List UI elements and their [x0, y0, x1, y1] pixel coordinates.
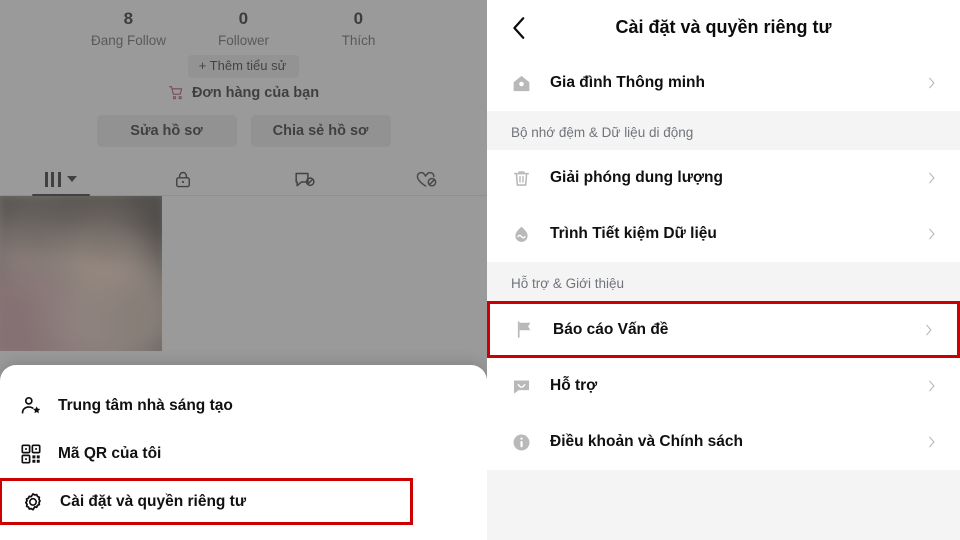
chat-bubble-icon — [513, 380, 530, 394]
sheet-item-my-qr-label: Mã QR của tôi — [58, 445, 162, 462]
add-bio-row: + Thêm tiểu sử — [0, 55, 487, 78]
row-support[interactable]: Hỗ trợ — [487, 358, 960, 414]
sheet-item-creator-center[interactable]: Trung tâm nhà sáng tạo — [0, 382, 487, 430]
back-button[interactable] — [499, 8, 539, 48]
data-saver-drop-icon — [515, 226, 528, 242]
grid-bars-icon — [44, 171, 77, 187]
sheet-item-my-qr[interactable]: Mã QR của tôi — [0, 430, 487, 478]
stat-likes[interactable]: 0 Thích — [301, 8, 416, 51]
repost-hidden-icon — [295, 172, 315, 186]
chevron-right-icon — [926, 324, 932, 335]
section-header-support-about: Hỗ trợ & Giới thiệu — [487, 262, 960, 301]
tab-private[interactable] — [122, 163, 244, 195]
settings-group-family: Gia đình Thông minh — [487, 55, 960, 111]
share-profile-button[interactable]: Chia sẻ hồ sơ — [250, 115, 391, 147]
stat-followers-value: 0 — [238, 9, 249, 28]
page-title: Cài đặt và quyền riêng tư — [615, 17, 832, 37]
chevron-right-icon — [929, 77, 935, 89]
stat-followers-label: Follower — [217, 33, 269, 48]
settings-header: Cài đặt và quyền riêng tư — [487, 0, 960, 55]
your-orders-label: Đơn hàng của bạn — [191, 85, 320, 101]
settings-group-support-about: Báo cáo Vấn đề Hỗ trợ Điều khoản và Chín… — [487, 301, 960, 470]
stat-likes-label: Thích — [341, 33, 376, 48]
heart-hidden-icon — [416, 171, 437, 187]
row-family-pairing[interactable]: Gia đình Thông minh — [487, 55, 960, 111]
lock-icon — [175, 171, 190, 187]
chevron-right-icon — [929, 228, 935, 240]
chevron-right-icon — [929, 380, 935, 392]
row-terms-policies[interactable]: Điều khoản và Chính sách — [487, 414, 960, 470]
gear-icon — [24, 492, 41, 511]
trash-icon — [513, 170, 530, 186]
row-family-pairing-label: Gia đình Thông minh — [550, 74, 705, 91]
stat-following-label: Đang Follow — [90, 33, 167, 48]
profile-pane: 8 Đang Follow 0 Follower 0 Thích + Thêm … — [0, 0, 487, 540]
profile-options-sheet: Trung tâm nhà sáng tạo Mã QR của tôi Cài… — [0, 365, 487, 540]
media-thumbnail-shade — [0, 196, 162, 351]
row-terms-policies-label: Điều khoản và Chính sách — [550, 433, 743, 450]
section-header-cache-data: Bộ nhớ đệm & Dữ liệu di động — [487, 111, 960, 150]
tab-liked[interactable] — [365, 163, 487, 195]
profile-action-buttons: Sửa hồ sơ Chia sẻ hồ sơ — [0, 115, 487, 147]
profile-tabbar — [0, 163, 487, 196]
settings-group-cache-data: Giải phóng dung lượng Trình Tiết kiệm Dữ… — [487, 150, 960, 262]
chevron-down-icon — [66, 176, 77, 182]
stat-following[interactable]: 8 Đang Follow — [71, 8, 186, 51]
chevron-right-icon — [929, 436, 935, 448]
row-report-problem-label: Báo cáo Vấn đề — [553, 320, 669, 338]
qr-code-icon — [21, 444, 41, 464]
home-icon — [513, 75, 530, 91]
your-orders-row[interactable]: Đơn hàng của bạn — [0, 84, 487, 102]
row-free-up-space[interactable]: Giải phóng dung lượng — [487, 150, 960, 206]
stat-following-value: 8 — [123, 9, 134, 28]
profile-media-grid — [0, 196, 487, 351]
chevron-right-icon — [929, 172, 935, 184]
person-star-icon — [21, 397, 41, 414]
shopping-cart-icon — [168, 86, 183, 100]
tab-reposts[interactable] — [244, 163, 366, 195]
media-cell-empty-2 — [324, 196, 486, 351]
settings-pane: Cài đặt và quyền riêng tư Gia đình Thông… — [487, 0, 960, 540]
media-thumbnail[interactable] — [0, 196, 162, 351]
info-circle-icon — [513, 434, 530, 450]
tab-posts-grid[interactable] — [0, 163, 122, 196]
profile-stats-row: 8 Đang Follow 0 Follower 0 Thích — [0, 6, 487, 51]
stat-followers[interactable]: 0 Follower — [186, 8, 301, 51]
media-cell-empty-1 — [162, 196, 324, 351]
add-bio-button[interactable]: + Thêm tiểu sử — [187, 55, 300, 78]
row-report-problem[interactable]: Báo cáo Vấn đề — [487, 301, 960, 358]
chevron-left-icon — [512, 16, 524, 39]
sheet-item-creator-center-label: Trung tâm nhà sáng tạo — [58, 397, 233, 414]
row-support-label: Hỗ trợ — [550, 377, 598, 394]
row-free-up-space-label: Giải phóng dung lượng — [550, 169, 723, 186]
stat-likes-value: 0 — [353, 9, 364, 28]
row-data-saver[interactable]: Trình Tiết kiệm Dữ liệu — [487, 206, 960, 262]
edit-profile-button[interactable]: Sửa hồ sơ — [96, 115, 237, 147]
sheet-item-settings-privacy[interactable]: Cài đặt và quyền riêng tư — [0, 478, 413, 525]
flag-icon — [517, 321, 531, 338]
sheet-item-settings-privacy-label: Cài đặt và quyền riêng tư — [60, 492, 247, 510]
row-data-saver-label: Trình Tiết kiệm Dữ liệu — [550, 225, 717, 242]
screen-root: 8 Đang Follow 0 Follower 0 Thích + Thêm … — [0, 0, 960, 540]
